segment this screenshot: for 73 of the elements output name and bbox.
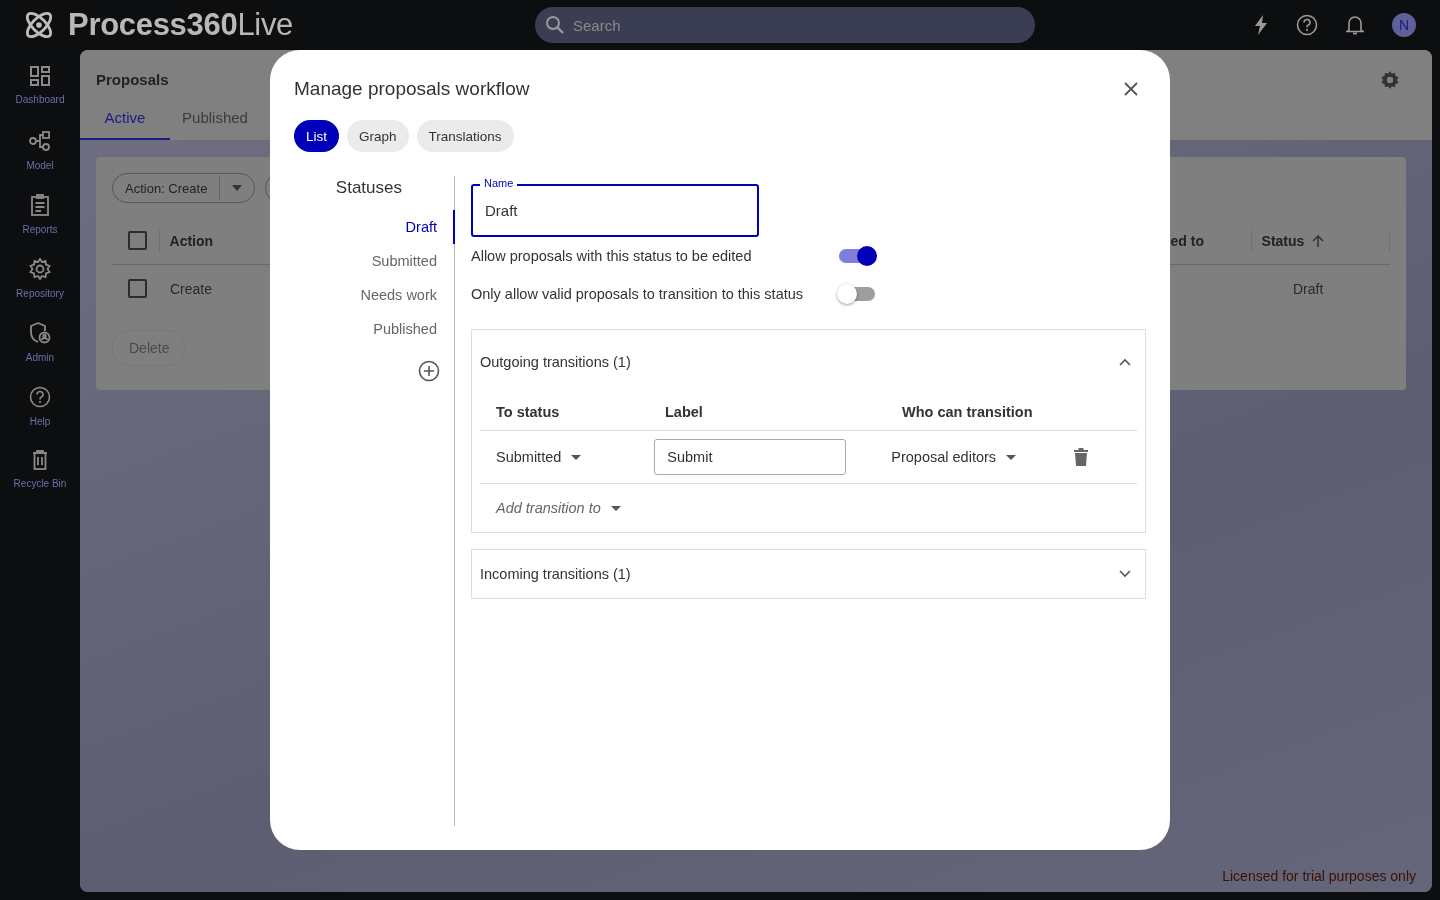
add-circle-icon[interactable] [418,360,440,382]
sidebar-item[interactable]: Recycle Bin [13,450,67,514]
status-item[interactable]: Submitted [371,244,455,278]
add-transition-dropdown[interactable]: Add transition to [496,500,621,516]
view-tab[interactable]: List [294,120,339,152]
arrow-up-icon[interactable] [1312,234,1325,247]
field-label: Name [480,177,518,190]
table-cell: Draft [1293,280,1324,297]
statuses-heading: Statuses [335,177,402,199]
role-dropdown[interactable]: Proposal editors [891,449,1017,465]
toggle-switch[interactable] [839,249,875,263]
clipboard-icon [31,194,49,216]
sidebar-item[interactable]: Help [29,386,51,450]
chevron-icon[interactable] [1119,358,1131,366]
sidebar-label: Model [26,160,54,171]
status-item[interactable]: Draft [405,210,455,244]
view-tab[interactable]: Translations [416,120,514,152]
caret-icon [571,454,582,460]
sidebar-label: Admin [25,352,55,363]
panel-title[interactable]: Outgoing transitions (1) [480,354,631,370]
sidebar-label: Reports [22,224,58,235]
filter-label: Action: Create [125,180,208,196]
caret-icon [1006,454,1017,460]
sidebar-label: Recycle Bin [13,478,67,489]
settings-icon[interactable] [1380,69,1400,90]
lightning-icon[interactable] [1254,15,1268,35]
column-header: Label [665,404,704,420]
page-title: Proposals [96,71,169,88]
page-tab[interactable]: Published [170,103,260,140]
view-tab[interactable]: Graph [347,120,409,152]
gear-icon [29,258,51,280]
toggle-label: Allow proposals with this status to be edited [471,248,753,264]
column-header[interactable]: Status [1261,232,1305,249]
column-header[interactable]: ed to [1170,232,1204,249]
shield-user-icon [29,322,51,344]
checkbox[interactable] [128,279,147,298]
dialog-title: Manage proposals workflow [294,78,530,100]
caret-icon [610,505,621,511]
sidebar-item[interactable]: Dashboard [15,66,65,130]
sidebar-label: Dashboard [15,94,65,105]
caret-icon [232,185,243,191]
sidebar-item[interactable]: Admin [25,322,55,386]
user-avatar[interactable]: N [1392,13,1416,37]
trash-icon[interactable] [1074,448,1089,466]
status-dropdown[interactable]: Submitted [496,449,582,465]
search-field[interactable]: Search [535,7,1035,43]
help-icon[interactable] [1296,14,1318,36]
sidebar-label: Help [29,416,51,427]
toggle-label: Only allow valid proposals to transition to this status [471,286,805,302]
sidebar-item[interactable]: Reports [22,194,58,258]
help-icon [29,386,51,408]
status-item[interactable]: Needs work [360,278,455,312]
nodes-icon [29,130,51,152]
close-icon[interactable] [1124,82,1138,96]
label-input[interactable]: Submit [654,439,847,475]
sidebar-label: Repository [16,288,64,299]
toggle-switch[interactable] [839,287,875,301]
bell-icon[interactable] [1346,14,1364,36]
checkbox[interactable] [128,231,147,250]
column-header: To status [496,404,561,420]
dashboard-icon [30,66,50,86]
app-name: Process360Live [68,7,294,43]
table-cell: Create [170,280,213,297]
column-header: Who can transition [902,404,1034,420]
license-notice: Licensed for trial purposes only [1222,868,1416,884]
chevron-icon[interactable] [1119,570,1131,578]
status-item[interactable]: Published [373,312,455,346]
panel-title[interactable]: Incoming transitions (1) [480,566,631,582]
trash-icon [32,450,48,470]
sidebar-item[interactable]: Repository [16,258,64,322]
search-icon [545,15,565,35]
column-header[interactable]: Action [169,232,214,249]
sidebar-item[interactable]: Model [26,130,54,194]
